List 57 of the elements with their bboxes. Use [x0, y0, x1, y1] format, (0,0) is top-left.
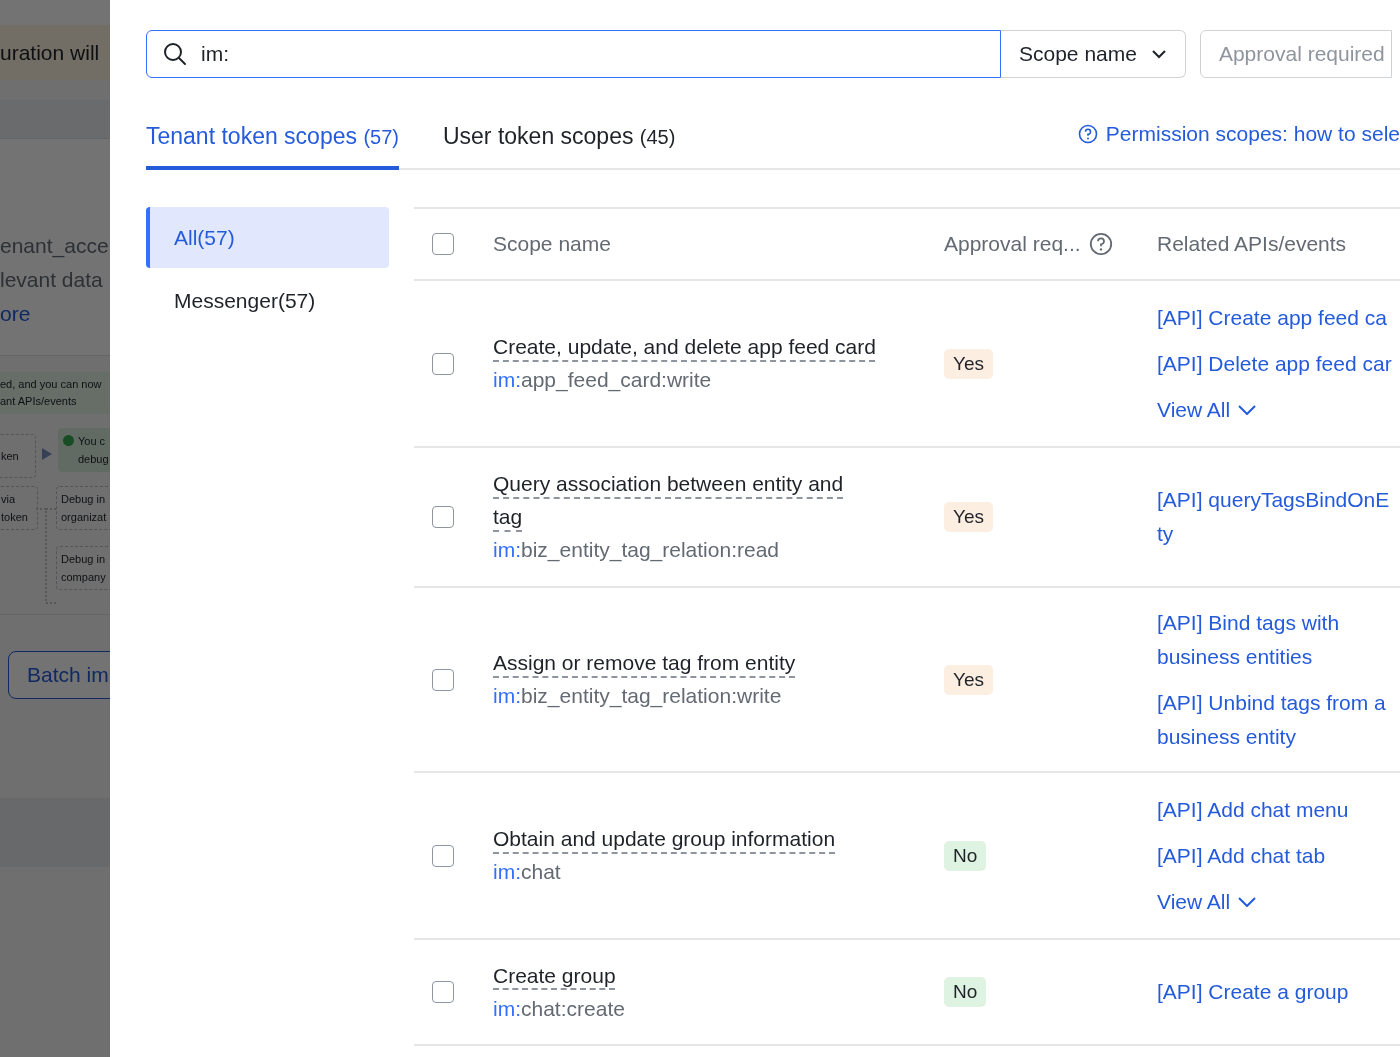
scope-id: im:chat:create — [493, 995, 626, 1022]
approval-badge: Yes — [944, 664, 993, 695]
tab[interactable]: User token scopes (45) — [442, 123, 676, 170]
scope-title: Query association between entity and tag — [493, 471, 844, 530]
category-item[interactable]: All(57) — [146, 207, 389, 268]
scope-id: im:biz_entity_tag_relation:read — [493, 537, 780, 564]
arrow-icon — [42, 448, 52, 460]
category-item[interactable]: Messenger(57) — [146, 270, 389, 331]
api-link[interactable]: [API] Unbind tags from a business entity — [1157, 685, 1386, 754]
flow-node: ken — [0, 434, 36, 478]
scope-title: Create, update, and delete app feed card — [493, 334, 876, 360]
row-checkbox[interactable] — [432, 981, 454, 1003]
api-link[interactable]: [API] Create app feed ca — [1157, 300, 1387, 335]
scope-title: Create group — [493, 962, 616, 989]
scope-id: im:chat — [493, 859, 562, 885]
api-link[interactable]: [API] Add chat menu — [1157, 792, 1349, 827]
chevron-down-icon — [1150, 49, 1167, 59]
scope-name-select[interactable]: Scope name — [1001, 30, 1186, 78]
scope-id: im:biz_entity_tag_relation:write — [493, 683, 783, 710]
scope-title: Obtain and update group information — [493, 826, 836, 852]
scope-id: im:app_feed_card:write — [493, 367, 713, 394]
api-link[interactable]: [API] Create a group — [1157, 975, 1349, 1009]
status-icon — [63, 435, 74, 446]
description-text: levant data — [0, 267, 104, 293]
chevron-down-icon — [1238, 896, 1257, 907]
flow-node: via token — [0, 486, 38, 530]
row-checkbox[interactable] — [432, 352, 454, 375]
chevron-down-icon — [1238, 404, 1257, 415]
description-text: enant_acce — [0, 233, 110, 260]
row-checkbox[interactable] — [432, 506, 454, 528]
column-header: Related APIs/events — [1157, 232, 1348, 256]
approval-badge: Yes — [944, 348, 993, 379]
flow-node: You c debug — [58, 428, 110, 472]
search-field[interactable]: im: — [146, 30, 1001, 78]
tab[interactable]: Tenant token scopes (57) — [146, 123, 399, 170]
scope-title: Assign or remove tag from entity — [493, 650, 796, 676]
select-all-checkbox[interactable] — [432, 233, 454, 255]
view-all-link[interactable]: View All — [1157, 392, 1257, 427]
view-all-link[interactable]: View All — [1157, 884, 1257, 919]
api-link[interactable]: [API] queryTagsBindOnE ty — [1157, 483, 1390, 551]
row-checkbox[interactable] — [432, 668, 454, 691]
row-checkbox[interactable] — [432, 844, 454, 867]
approval-badge: No — [944, 840, 987, 871]
approval-badge: No — [944, 977, 987, 1007]
notice-banner: ed, and you can now ant APIs/events — [0, 372, 110, 414]
help-icon — [1088, 232, 1113, 256]
search-icon — [163, 42, 187, 66]
help-icon — [1077, 124, 1098, 144]
approval-select[interactable]: Approval required — [1199, 30, 1392, 78]
help-link[interactable]: Permission scopes: how to sele — [1077, 122, 1400, 168]
approval-badge: Yes — [944, 502, 993, 532]
api-link[interactable]: [API] Delete app feed car — [1157, 346, 1392, 381]
column-header: Approval req... — [944, 232, 1081, 256]
banner-text: uration will — [0, 40, 100, 65]
api-link[interactable]: [API] Bind tags with business entities — [1157, 605, 1340, 674]
column-header: Scope name — [493, 232, 612, 256]
api-link[interactable]: [API] Add chat tab — [1157, 838, 1326, 873]
